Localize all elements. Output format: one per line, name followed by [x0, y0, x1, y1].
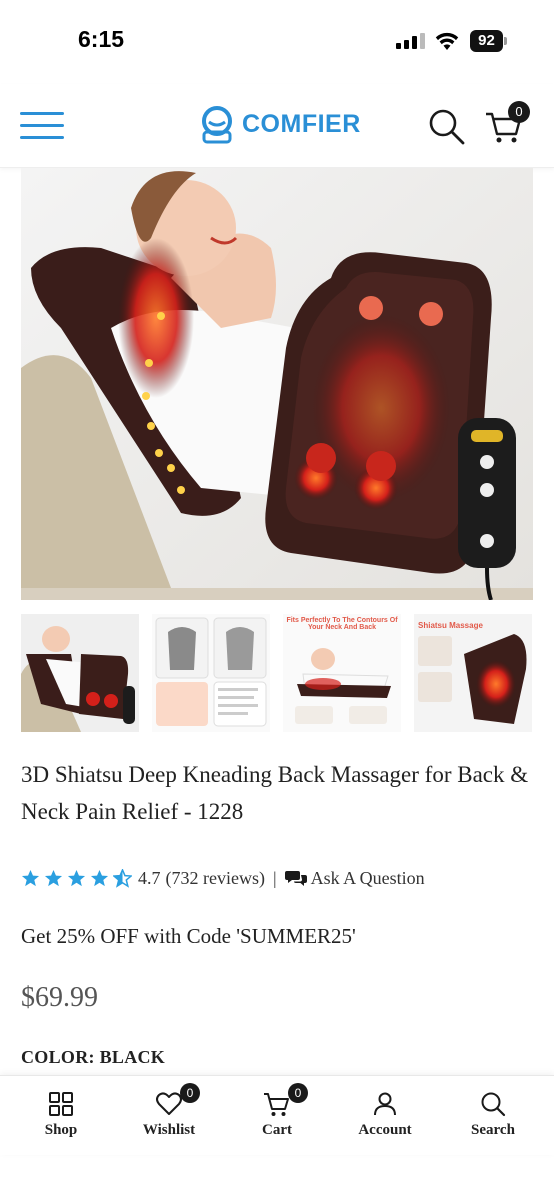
wifi-icon: [435, 32, 459, 50]
star-full-icon: [21, 869, 40, 886]
thumbnail-3-caption: Fits Perfectly To The Contours Of Your N…: [286, 617, 398, 631]
heart-icon: [156, 1092, 182, 1115]
star-full-icon: [90, 869, 109, 886]
star-full-icon: [44, 869, 63, 886]
header-cart-button[interactable]: 0: [484, 101, 530, 146]
product-title: 3D Shiatsu Deep Kneading Back Massager f…: [21, 762, 529, 824]
thumbnail-1[interactable]: [21, 614, 139, 732]
battery-indicator: 92: [470, 30, 508, 52]
status-time: 6:15: [78, 26, 125, 52]
status-bar: 6:15 92: [0, 0, 554, 84]
nav-search[interactable]: Search: [438, 1076, 548, 1156]
site-header: COMFIER 0: [0, 84, 554, 168]
hamburger-menu-icon[interactable]: [20, 112, 64, 140]
rating-value: 4.7: [138, 867, 161, 888]
massager-illustration: [21, 168, 533, 600]
promo-text: Get 25% OFF with Code 'SUMMER25': [21, 924, 356, 948]
nav-account[interactable]: Account: [330, 1076, 440, 1156]
nav-account-label: Account: [358, 1122, 412, 1138]
wishlist-count-badge: 0: [180, 1083, 200, 1103]
thumbnail-2[interactable]: [152, 614, 270, 732]
thumbnail-4-caption: Shiatsu Massage: [418, 621, 483, 630]
thumbnail-strip: Fits Perfectly To The Contours Of Your N…: [21, 614, 533, 732]
star-rating[interactable]: [21, 868, 132, 888]
bottom-nav: Shop 0 Wishlist 0 Cart Account Search: [0, 1075, 554, 1155]
nav-wishlist-label: Wishlist: [142, 1122, 196, 1138]
rating-row: 4.7 (732 reviews) | Ask A Question: [21, 864, 425, 892]
nav-cart[interactable]: 0 Cart: [222, 1076, 332, 1156]
nav-search-label: Search: [471, 1122, 515, 1138]
nav-shop-label: Shop: [44, 1122, 78, 1138]
chat-bubbles-icon: [284, 871, 307, 886]
search-icon[interactable]: [428, 108, 466, 146]
search-icon: [481, 1092, 506, 1117]
logo-text: COMFIER: [242, 110, 361, 138]
cart-icon: [264, 1093, 289, 1116]
user-icon: [374, 1092, 396, 1116]
color-selector-label: COLOR: BLACK: [21, 1047, 166, 1067]
star-full-icon: [67, 869, 86, 886]
comfier-logo-icon: [202, 106, 232, 144]
nav-shop[interactable]: Shop: [6, 1076, 116, 1156]
thumbnail-3[interactable]: Fits Perfectly To The Contours Of Your N…: [283, 614, 401, 732]
ask-question-link[interactable]: Ask A Question: [284, 867, 425, 889]
nav-cart-label: Cart: [262, 1122, 292, 1138]
thumbnail-4[interactable]: Shiatsu Massage: [414, 614, 532, 732]
nav-wishlist[interactable]: 0 Wishlist: [114, 1076, 224, 1156]
product-main-image[interactable]: [21, 168, 533, 600]
star-half-icon: [113, 868, 132, 888]
battery-level: 92: [470, 30, 503, 52]
cart-nav-count-badge: 0: [288, 1083, 308, 1103]
grid-icon: [49, 1092, 73, 1116]
product-price: $69.99: [21, 982, 98, 1013]
cart-count-badge: 0: [508, 101, 530, 123]
review-count-link[interactable]: (732 reviews): [166, 868, 265, 889]
brand-logo[interactable]: COMFIER: [200, 104, 360, 148]
rating-separator: |: [272, 867, 277, 888]
ask-question-label: Ask A Question: [310, 867, 425, 888]
cellular-signal-icon: [396, 33, 425, 49]
